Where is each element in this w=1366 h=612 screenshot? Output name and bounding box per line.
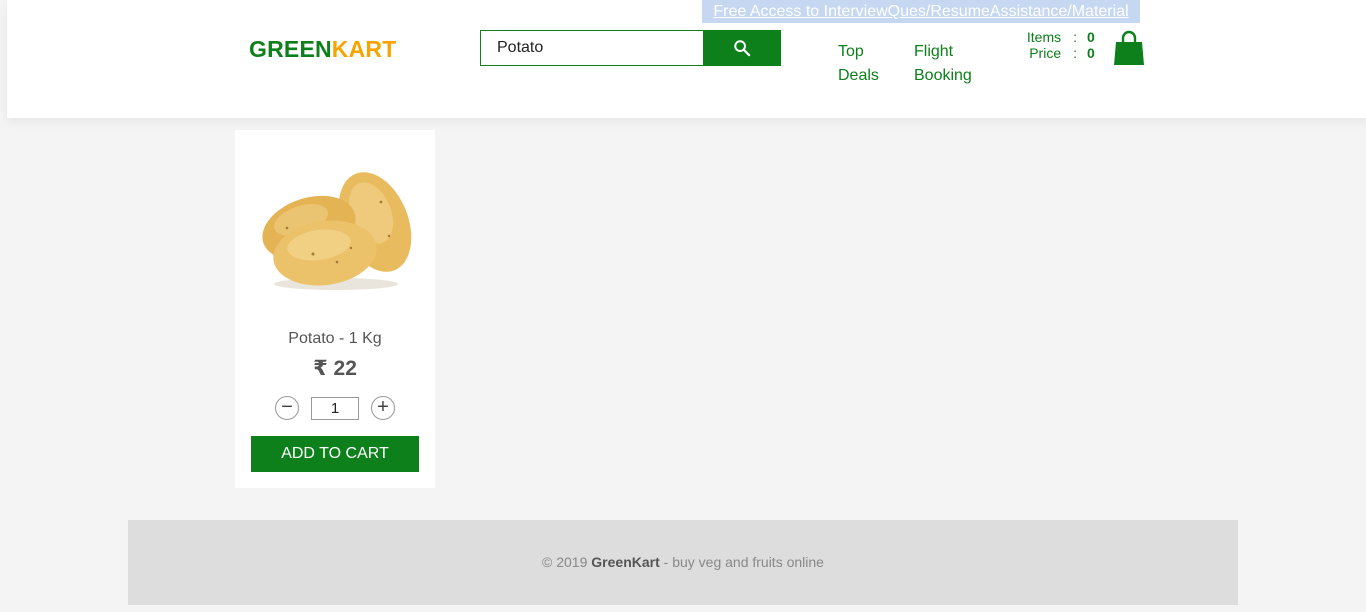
search-icon <box>734 40 751 57</box>
quantity-input[interactable] <box>311 397 359 420</box>
nav-top-deals[interactable]: Top Deals <box>838 40 879 88</box>
cart-price-label: Price <box>1029 45 1062 61</box>
promo-link[interactable]: Free Access to InterviewQues/ResumeAssis… <box>702 0 1140 23</box>
footer: © 2019 GreenKart - buy veg and fruits on… <box>128 520 1238 605</box>
footer-prefix: © 2019 <box>542 554 592 570</box>
cart-price-row: Price : 0 <box>1023 45 1097 61</box>
decrement-button[interactable]: − <box>275 396 299 420</box>
potato-image <box>262 172 412 290</box>
brand-logo-green: GREEN <box>249 36 332 62</box>
nav-top-deals-line2: Deals <box>838 67 879 84</box>
product-card: Potato - 1 Kg ₹ 22 − + ADD TO CART <box>235 130 435 488</box>
search-input[interactable] <box>480 30 704 66</box>
cart-items-label: Items <box>1026 29 1062 45</box>
increment-button[interactable]: + <box>371 396 395 420</box>
nav-flight-booking[interactable]: Flight Booking <box>914 40 972 88</box>
header: Free Access to InterviewQues/ResumeAssis… <box>7 0 1366 118</box>
product-price: ₹ 22 <box>313 357 357 380</box>
cart-items-row: Items : 0 <box>1023 29 1097 45</box>
product-image <box>253 158 419 298</box>
cart-button[interactable] <box>1112 29 1146 66</box>
cart-items-colon: : <box>1073 29 1077 45</box>
brand-logo: GREENKART <box>249 36 396 63</box>
search-button[interactable] <box>703 30 781 66</box>
cart-price-value: 0 <box>1087 45 1095 61</box>
footer-suffix: - buy veg and fruits online <box>659 554 824 570</box>
product-name: Potato - 1 Kg <box>288 330 382 347</box>
cart-info: Items : 0 Price : 0 <box>1023 29 1097 61</box>
cart-items-value: 0 <box>1087 29 1095 45</box>
footer-brand: GreenKart <box>591 554 660 570</box>
nav-flight-booking-line2: Booking <box>914 67 972 84</box>
shopping-bag-icon <box>1114 30 1144 65</box>
add-to-cart-button[interactable]: ADD TO CART <box>251 436 419 472</box>
cart-price-colon: : <box>1073 45 1077 61</box>
nav-top-deals-line1: Top <box>838 43 864 60</box>
nav-flight-booking-line1: Flight <box>914 43 954 60</box>
brand-logo-kart: KART <box>331 36 397 62</box>
